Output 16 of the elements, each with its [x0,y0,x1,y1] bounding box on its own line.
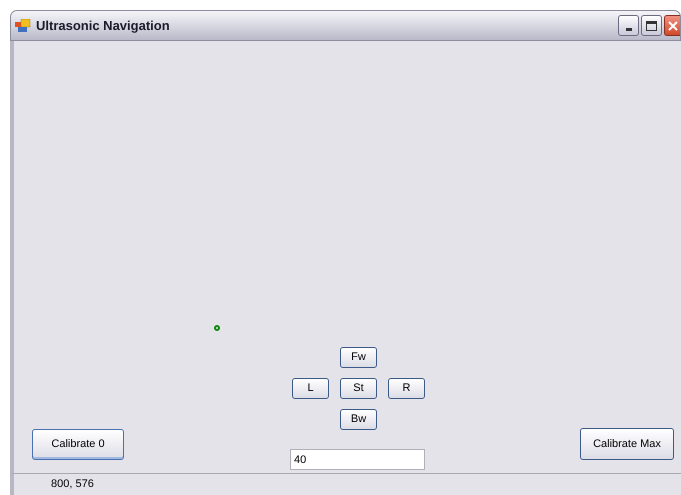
value-field[interactable]: 40 [290,449,425,470]
app-icon [15,18,31,32]
close-icon [668,20,678,30]
left-button[interactable]: L [292,378,329,399]
maximize-button[interactable] [641,15,662,36]
window-title: Ultrasonic Navigation [36,16,170,35]
minimize-button[interactable] [618,15,639,36]
right-button[interactable]: R [388,378,425,399]
status-text: 800, 576 [51,477,94,492]
robot-position-marker [214,325,220,331]
calibrate-zero-button[interactable]: Calibrate 0 [32,429,124,460]
calibrate-max-button[interactable]: Calibrate Max [580,428,674,460]
stop-button[interactable]: St [340,378,377,399]
close-button[interactable] [664,15,680,36]
forward-button[interactable]: Fw [340,347,377,368]
backward-button[interactable]: Bw [340,409,377,430]
